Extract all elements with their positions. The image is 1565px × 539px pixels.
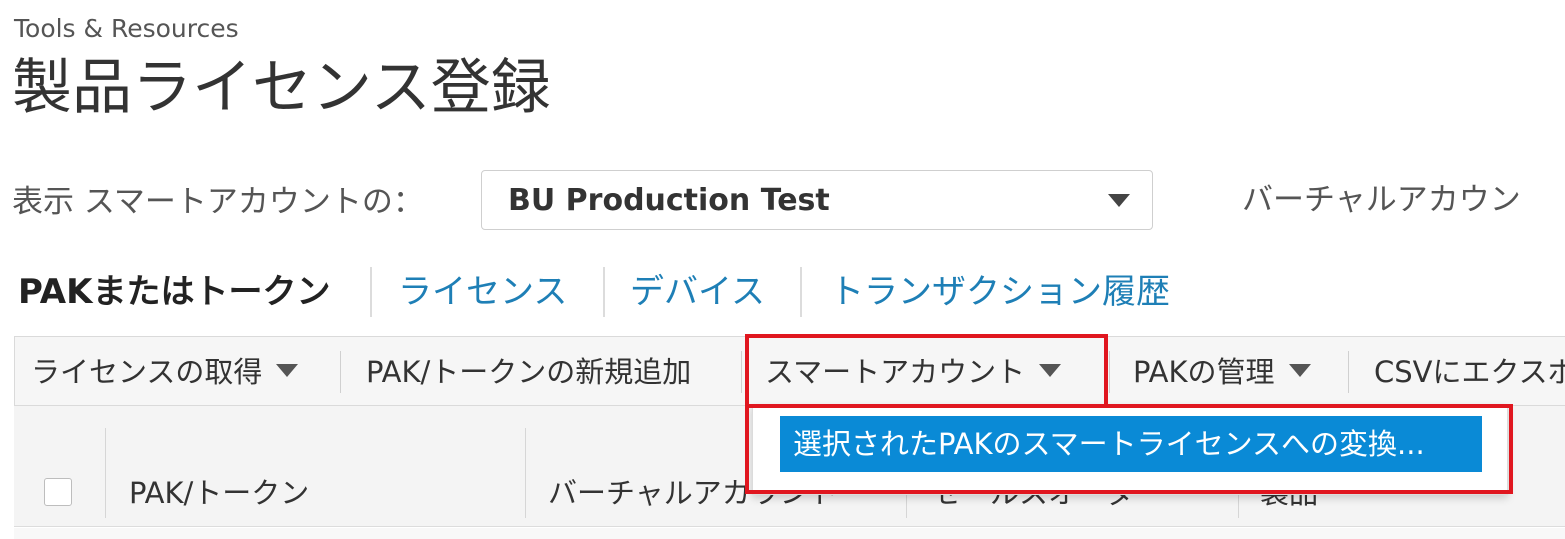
toolbar-divider	[1109, 351, 1110, 393]
column-divider	[525, 428, 526, 518]
tab-licenses[interactable]: ライセンス	[398, 270, 567, 314]
smart-account-label: 表示 スマートアカウントの：	[12, 184, 424, 220]
chevron-down-icon	[1288, 364, 1311, 377]
smart-account-select[interactable]: BU Production Test	[481, 170, 1153, 230]
chevron-down-icon	[1039, 364, 1062, 377]
column-header-pak-token[interactable]: PAK/トークン	[129, 470, 309, 512]
column-divider	[105, 428, 106, 518]
tab-devices[interactable]: デバイス	[630, 270, 765, 314]
toolbar-divider	[1348, 351, 1349, 393]
tab-transaction-history[interactable]: トランザクション履歴	[830, 270, 1170, 314]
chevron-down-icon	[1108, 194, 1130, 207]
convert-to-smart-license-menu-item[interactable]: 選択されたPAKのスマートライセンスへの変換...	[780, 416, 1482, 472]
page-title: 製品ライセンス登録	[12, 53, 551, 123]
toolbar: ライセンスの取得 PAK/トークンの新規追加 スマートアカウント PAKの管理 …	[14, 336, 1565, 406]
tab-pak-or-token[interactable]: PAKまたはトークン	[18, 270, 330, 314]
smart-account-menu-button[interactable]: スマートアカウント	[765, 337, 1062, 407]
get-license-label: ライセンスの取得	[31, 355, 263, 389]
breadcrumb[interactable]: Tools & Resources	[14, 14, 239, 43]
add-pak-token-button[interactable]: PAK/トークンの新規追加	[366, 337, 691, 407]
tab-divider	[603, 267, 605, 317]
export-csv-button[interactable]: CSVにエクスポ	[1374, 337, 1565, 407]
smart-account-dropdown-menu: 選択されたPAKのスマートライセンスへの変換...	[752, 405, 1508, 495]
chevron-down-icon	[276, 364, 299, 377]
manage-pak-label: PAKの管理	[1133, 355, 1275, 389]
select-all-checkbox[interactable]	[44, 478, 72, 506]
tab-divider	[370, 267, 372, 317]
tab-bar: PAKまたはトークン ライセンス デバイス トランザクション履歴	[0, 262, 1565, 322]
table-row	[14, 528, 1565, 539]
smart-account-menu-label: スマートアカウント	[765, 355, 1026, 389]
manage-pak-button[interactable]: PAKの管理	[1133, 337, 1311, 407]
get-license-button[interactable]: ライセンスの取得	[31, 337, 299, 407]
virtual-account-label: バーチャルアカウン	[1242, 182, 1521, 218]
toolbar-divider	[741, 351, 742, 393]
tab-divider	[800, 267, 802, 317]
smart-account-selected-value: BU Production Test	[508, 183, 830, 218]
toolbar-divider	[340, 351, 341, 393]
